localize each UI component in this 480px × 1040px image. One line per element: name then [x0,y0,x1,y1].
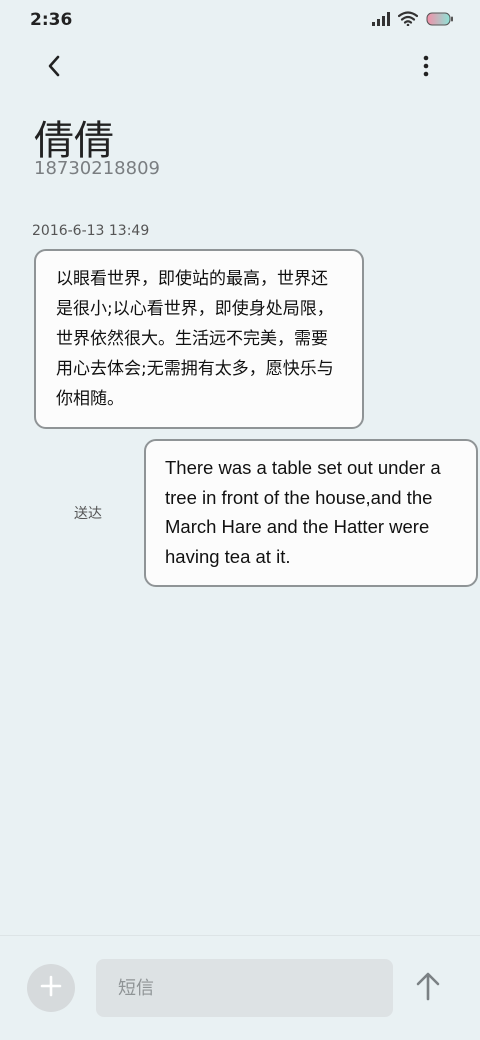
contact-number: 18730218809 [34,158,160,179]
sms-input[interactable] [96,959,393,1017]
status-bar: 2:36 [0,0,480,40]
status-icons [372,11,454,30]
message-timestamp: 2016-6-13 13:49 [32,223,150,239]
back-button[interactable] [36,50,72,86]
signal-icon [372,11,390,30]
plus-icon [40,975,62,1001]
chevron-left-icon [46,54,62,82]
more-options-button[interactable] [408,50,444,86]
more-vertical-icon [423,55,429,81]
outgoing-message-text: There was a table set out under a tree i… [165,457,441,567]
send-button[interactable] [408,966,448,1010]
composer-divider [0,935,480,936]
battery-icon [426,11,454,30]
delivery-status: 送达 [74,506,102,522]
incoming-message-text: 以眼看世界，即使站的最高，世界还是很小;以心看世界，即使身处局限，世界依然很大。… [56,269,334,409]
wifi-icon [397,11,419,30]
add-attachment-button[interactable] [27,964,75,1012]
status-time: 2:36 [30,10,73,30]
outgoing-message-bubble[interactable]: There was a table set out under a tree i… [144,439,478,587]
arrow-up-icon [415,971,441,1005]
incoming-message-bubble[interactable]: 以眼看世界，即使站的最高，世界还是很小;以心看世界，即使身处局限，世界依然很大。… [34,249,364,429]
